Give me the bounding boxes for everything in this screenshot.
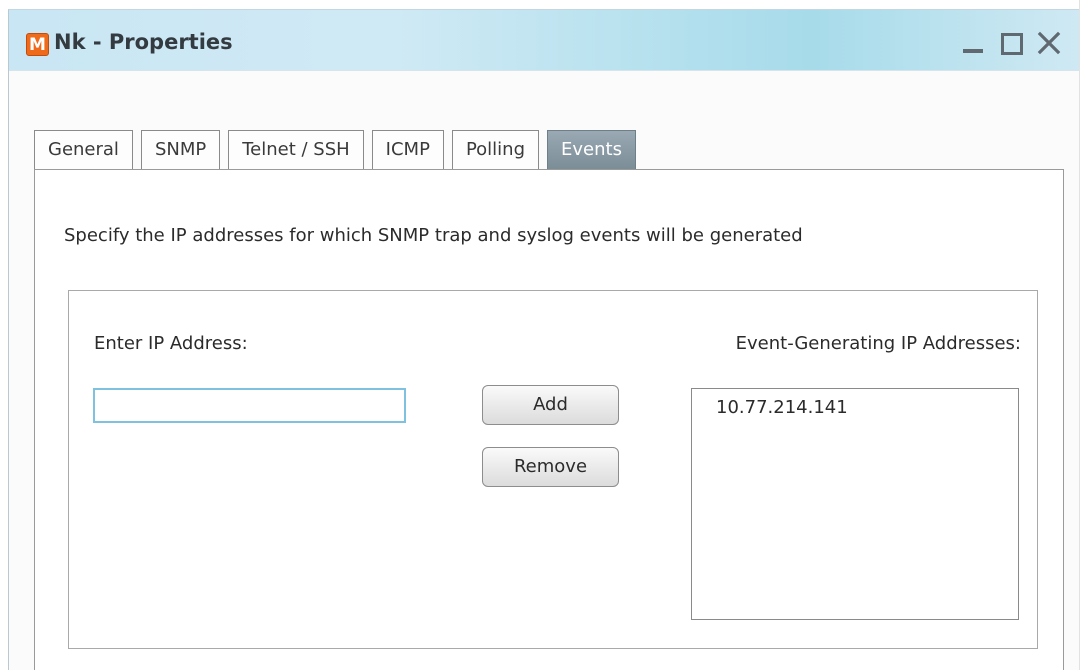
tab-snmp[interactable]: SNMP	[140, 130, 221, 169]
tab-polling[interactable]: Polling	[451, 130, 539, 169]
tab-strip: General SNMP Telnet / SSH ICMP Polling E…	[34, 130, 636, 170]
properties-window: M Nk - Properties General SNMP Telnet / …	[8, 9, 1080, 670]
window-title: Nk - Properties	[54, 30, 233, 54]
ip-address-group: Enter IP Address: Event-Generating IP Ad…	[68, 290, 1038, 649]
title-bar[interactable]: M Nk - Properties	[9, 10, 1080, 71]
ip-list-label: Event-Generating IP Addresses:	[735, 333, 1021, 354]
app-logo-icon: M	[26, 33, 49, 56]
ip-address-input[interactable]	[93, 388, 406, 423]
events-description: Specify the IP addresses for which SNMP …	[64, 225, 803, 246]
ip-address-label: Enter IP Address:	[94, 333, 248, 354]
event-ip-list[interactable]: 10.77.214.141	[691, 388, 1019, 620]
tab-telnet-ssh[interactable]: Telnet / SSH	[228, 130, 364, 169]
screen: M Nk - Properties General SNMP Telnet / …	[0, 0, 1080, 670]
tab-icmp[interactable]: ICMP	[371, 130, 444, 169]
list-item[interactable]: 10.77.214.141	[692, 389, 1018, 418]
desktop-edge	[0, 0, 8, 670]
tab-events[interactable]: Events	[547, 130, 636, 169]
minimize-icon[interactable]	[960, 30, 986, 56]
tab-general[interactable]: General	[34, 130, 133, 169]
remove-button[interactable]: Remove	[482, 447, 619, 487]
maximize-icon[interactable]	[998, 30, 1024, 56]
window-controls	[960, 28, 1062, 58]
events-panel: Specify the IP addresses for which SNMP …	[34, 169, 1064, 670]
add-button[interactable]: Add	[482, 385, 619, 425]
close-icon[interactable]	[1036, 30, 1062, 56]
